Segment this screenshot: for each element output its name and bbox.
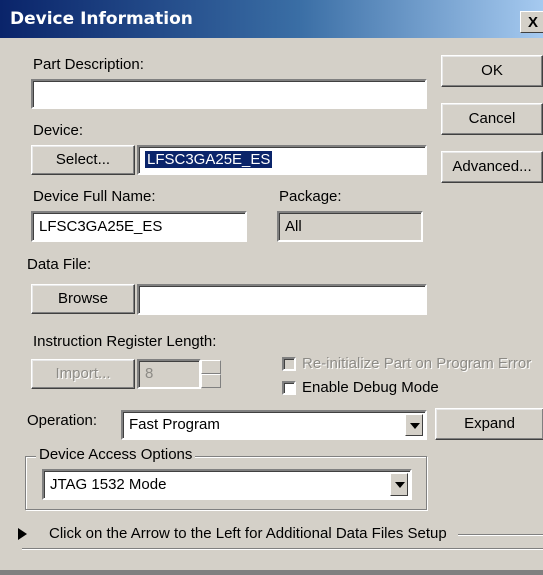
instruction-register-value: 8 [137, 359, 201, 389]
spin-up-icon[interactable] [201, 360, 221, 374]
operation-value: Fast Program [129, 416, 220, 433]
device-access-value: JTAG 1532 Mode [50, 476, 167, 493]
debug-mode-label: Enable Debug Mode [302, 379, 439, 396]
data-file-label: Data File: [27, 256, 92, 273]
part-description-label: Part Description: [33, 56, 144, 73]
window-title: Device Information [10, 9, 193, 29]
operation-dropdown-arrow-icon[interactable] [405, 414, 423, 436]
expand-button[interactable]: Expand [435, 408, 543, 440]
package-label: Package: [279, 188, 342, 205]
browse-button[interactable]: Browse [31, 284, 135, 314]
device-access-dropdown[interactable]: JTAG 1532 Mode [42, 469, 412, 500]
expand-arrow-icon[interactable] [18, 528, 27, 540]
additional-files-text: Click on the Arrow to the Left for Addit… [49, 525, 447, 542]
spin-down-icon[interactable] [201, 374, 221, 388]
separator-line [458, 534, 543, 536]
title-bar[interactable]: Device Information [0, 0, 543, 38]
device-information-dialog: Device Information X Part Description: D… [0, 0, 543, 575]
device-selected-text: LFSC3GA25E_ES [145, 151, 273, 168]
package-field: All [277, 211, 423, 242]
select-device-button[interactable]: Select... [31, 145, 135, 175]
device-input[interactable]: LFSC3GA25E_ES [137, 145, 427, 175]
import-button[interactable]: Import... [31, 359, 135, 389]
device-full-name-label: Device Full Name: [33, 188, 156, 205]
data-file-input[interactable] [137, 284, 427, 315]
reinitialize-checkbox[interactable] [282, 357, 296, 371]
device-full-name-input[interactable]: LFSC3GA25E_ES [31, 211, 247, 242]
reinitialize-label: Re-initialize Part on Program Error [302, 355, 532, 372]
operation-label: Operation: [27, 412, 98, 429]
part-description-input[interactable] [31, 79, 427, 109]
operation-dropdown[interactable]: Fast Program [121, 410, 427, 440]
instruction-register-label: Instruction Register Length: [33, 333, 217, 350]
device-label: Device: [33, 122, 84, 139]
bottom-border [0, 570, 543, 575]
ok-button[interactable]: OK [441, 55, 543, 87]
advanced-button[interactable]: Advanced... [441, 151, 543, 183]
close-button[interactable]: X [520, 11, 543, 33]
cancel-button[interactable]: Cancel [441, 103, 543, 135]
device-access-dropdown-arrow-icon[interactable] [390, 473, 408, 496]
debug-mode-checkbox[interactable] [282, 381, 296, 395]
instruction-register-spinner[interactable] [201, 360, 221, 388]
bottom-separator-line [22, 548, 543, 550]
device-access-options-title: Device Access Options [36, 446, 196, 463]
